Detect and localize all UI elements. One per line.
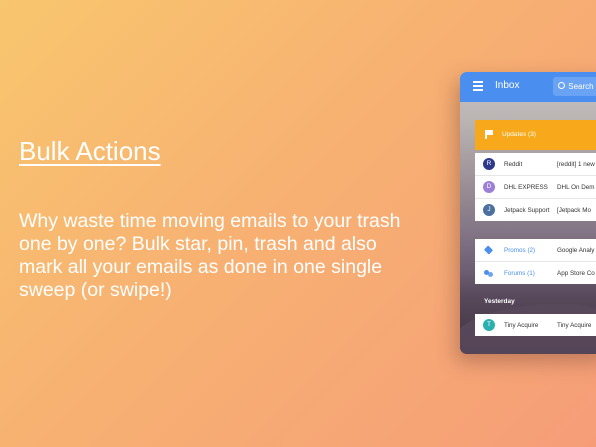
yesterday-email-list: T Tiny Acquire Tiny Acquire [475, 314, 596, 336]
email-row[interactable]: J Jetpack Support [Jetpack Mo [475, 199, 596, 221]
bundle-preview: Google Analy [557, 247, 595, 254]
email-row[interactable]: T Tiny Acquire Tiny Acquire [475, 314, 596, 336]
avatar: T [483, 319, 495, 331]
inbox-app-preview: Inbox Search Updates (3) R Reddit [reddi… [460, 72, 596, 354]
section-label-yesterday: Yesterday [484, 298, 515, 305]
page-heading: Bulk Actions [19, 136, 161, 166]
bundle-preview: App Store Co [557, 270, 595, 277]
email-sender: DHL EXPRESS [504, 184, 548, 191]
email-subject: Tiny Acquire [557, 322, 592, 329]
bundle-row-forums[interactable]: Forums (1) App Store Co [475, 262, 596, 284]
avatar: J [483, 204, 495, 216]
avatar: D [483, 181, 495, 193]
email-subject: [reddit] 1 new [557, 161, 595, 168]
tag-icon [483, 245, 494, 255]
email-subject: [Jetpack Mo [557, 207, 591, 214]
flag-icon [485, 130, 493, 139]
page-description: Why waste time moving emails to your tra… [19, 210, 401, 301]
updates-label: Updates (3) [502, 131, 536, 138]
bundle-label: Promos (2) [504, 247, 536, 254]
category-bundle-list: Promos (2) Google Analy Forums (1) App S… [475, 239, 596, 284]
bundle-row-promos[interactable]: Promos (2) Google Analy [475, 239, 596, 262]
email-row[interactable]: R Reddit [reddit] 1 new [475, 153, 596, 176]
search-label: Search [568, 82, 594, 91]
menu-icon[interactable] [473, 81, 483, 91]
email-sender: Tiny Acquire [504, 322, 539, 329]
avatar: R [483, 158, 495, 170]
updates-email-list: R Reddit [reddit] 1 new D DHL EXPRESS DH… [475, 153, 596, 221]
people-icon [484, 269, 493, 277]
app-top-bar: Inbox Search [460, 72, 596, 102]
email-sender: Jetpack Support [504, 207, 550, 214]
email-sender: Reddit [504, 161, 523, 168]
search-button[interactable]: Search [553, 77, 596, 96]
updates-bundle-header[interactable]: Updates (3) [475, 120, 596, 150]
email-subject: DHL On Dem [557, 184, 595, 191]
app-title: Inbox [495, 80, 520, 91]
bundle-label: Forums (1) [504, 270, 535, 277]
search-icon [558, 82, 565, 89]
email-row[interactable]: D DHL EXPRESS DHL On Dem [475, 176, 596, 199]
